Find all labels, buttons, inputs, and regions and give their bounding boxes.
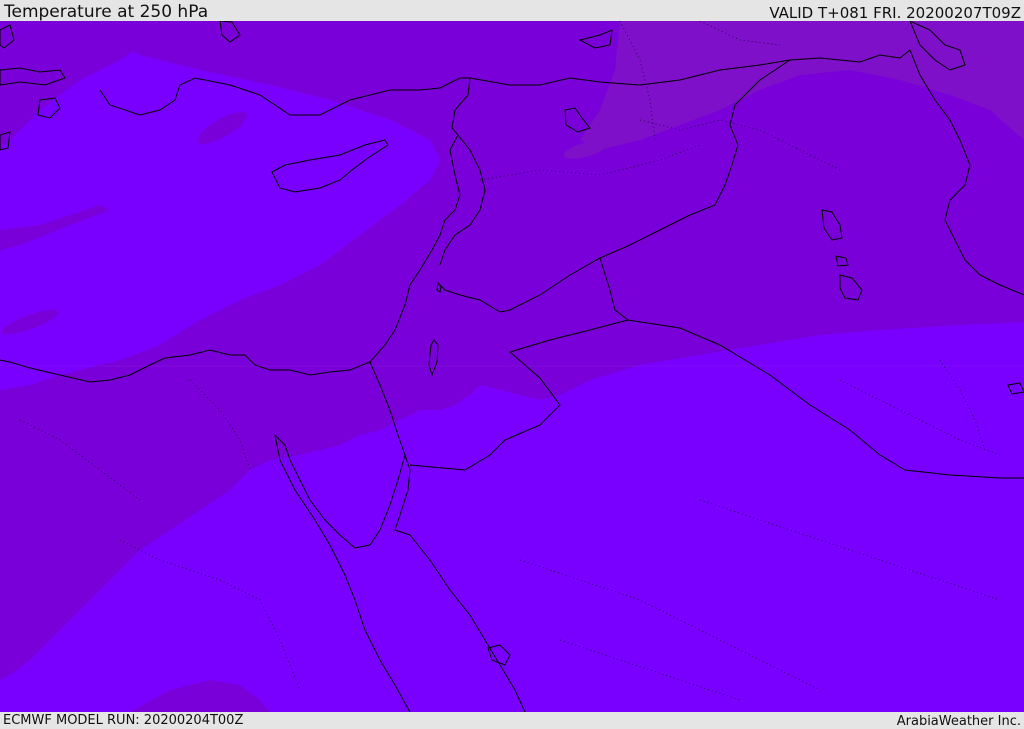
map-title: Temperature at 250 hPa	[4, 2, 209, 22]
credit-label: ArabiaWeather Inc.	[896, 714, 1021, 729]
map-canvas	[0, 21, 1024, 712]
valid-time: VALID T+081 FRI. 20200207T09Z	[769, 4, 1021, 22]
footer-bar: ECMWF MODEL RUN: 20200204T00Z ArabiaWeat…	[0, 712, 1024, 729]
map-svg	[0, 21, 1024, 712]
header-bar: Temperature at 250 hPa VALID T+081 FRI. …	[0, 0, 1024, 21]
model-run-label: ECMWF MODEL RUN: 20200204T00Z	[3, 713, 244, 728]
map-figure: Temperature at 250 hPa VALID T+081 FRI. …	[0, 0, 1024, 729]
